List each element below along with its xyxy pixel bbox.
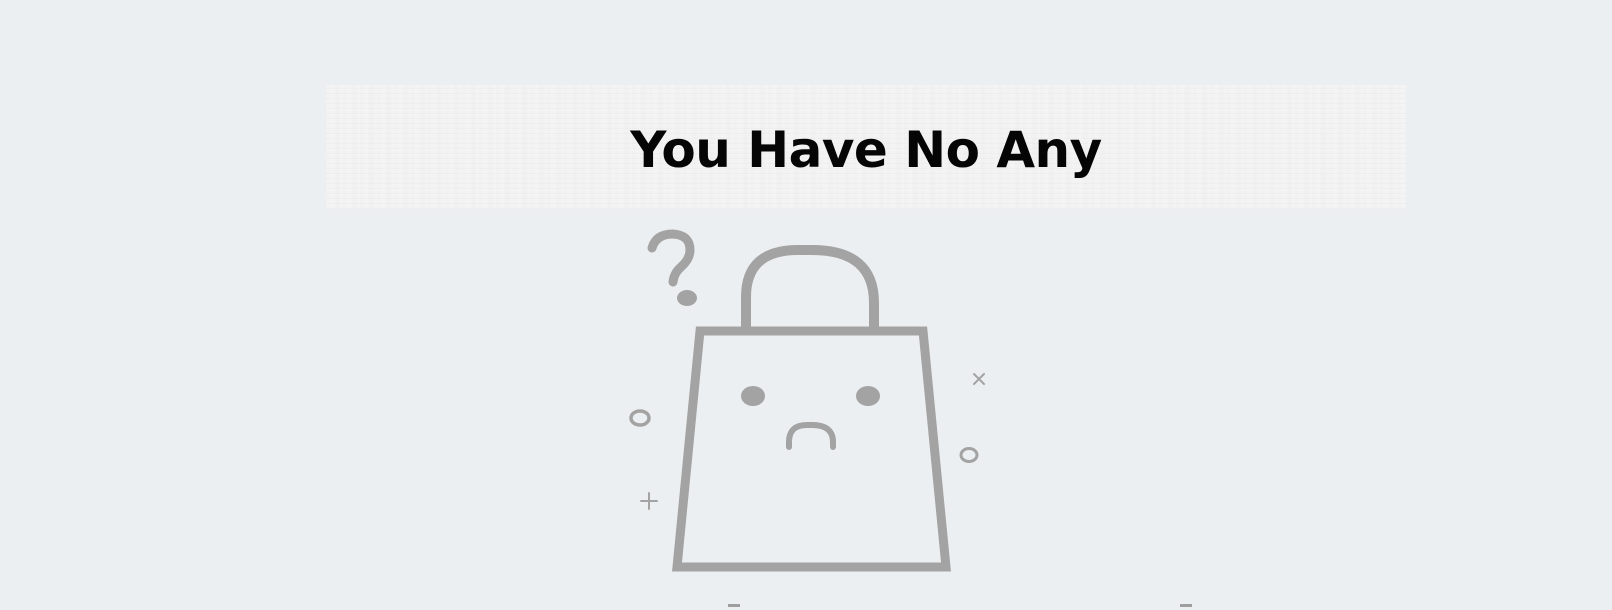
cross-icon bbox=[973, 373, 985, 385]
cut-off-element bbox=[728, 604, 740, 607]
circle-icon bbox=[959, 447, 979, 463]
sad-mouth-icon bbox=[786, 422, 836, 450]
eye-icon bbox=[856, 386, 880, 406]
cut-off-element bbox=[1180, 604, 1192, 607]
shopping-bag-icon bbox=[672, 326, 951, 572]
empty-cart-page: You Have No Any bbox=[0, 0, 1612, 610]
bag-handle-icon bbox=[741, 245, 879, 332]
partially-visible-content bbox=[0, 604, 1612, 610]
empty-bag-illustration bbox=[600, 215, 1020, 610]
eye-icon bbox=[741, 386, 765, 406]
question-mark-icon bbox=[647, 229, 695, 287]
circle-icon bbox=[629, 409, 651, 427]
empty-state-banner: You Have No Any bbox=[326, 85, 1406, 209]
plus-icon bbox=[640, 492, 658, 510]
question-dot-icon bbox=[677, 290, 697, 306]
empty-state-title: You Have No Any bbox=[630, 121, 1102, 179]
